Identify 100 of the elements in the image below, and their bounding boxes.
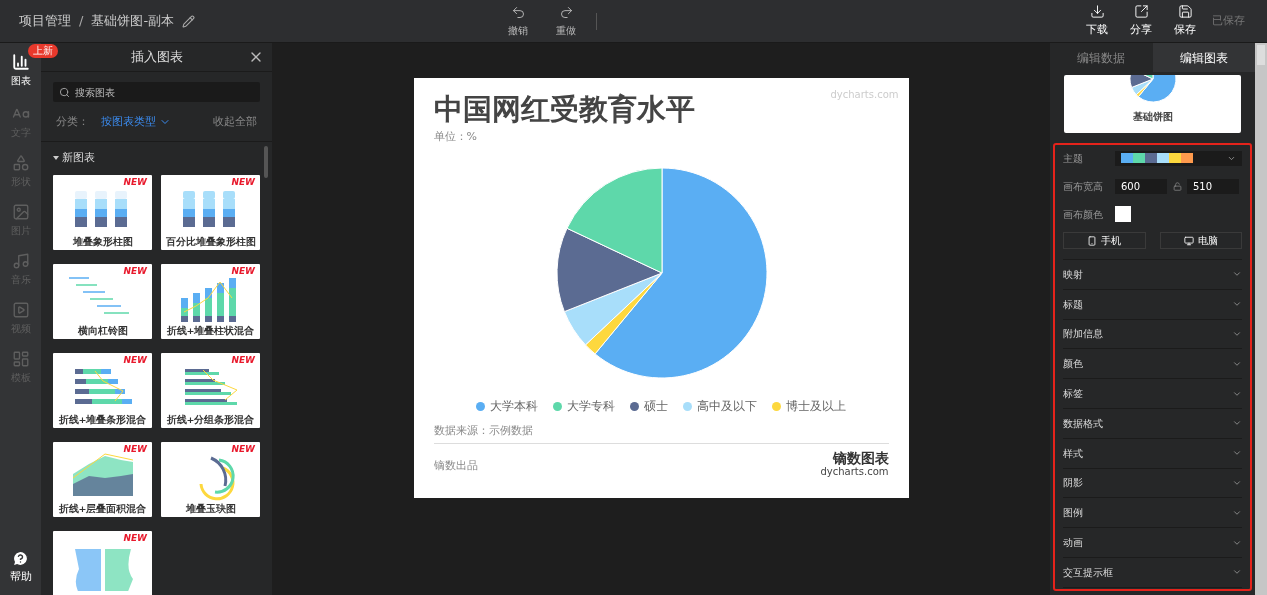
height-field[interactable]: 510 — [1187, 178, 1239, 194]
chart-thumbnail — [74, 190, 127, 227]
bar-chart-icon — [11, 53, 30, 71]
template-label: 堆叠象形柱图 — [72, 235, 133, 248]
panel-tab[interactable]: 编辑图表 — [1152, 43, 1255, 72]
accordion-header[interactable]: 附加信息 — [1063, 319, 1242, 350]
new-tag: NEW — [123, 442, 147, 456]
new-tag: NEW — [123, 531, 147, 545]
preview-label: 基础饼图 — [1132, 110, 1173, 124]
device-button[interactable]: 手机 — [1063, 232, 1146, 249]
save-icon — [1177, 3, 1193, 19]
chevron-down-icon — [1232, 329, 1242, 339]
panel-title: 插入图表 — [130, 48, 183, 67]
logo-name: 镝数图表 — [832, 452, 889, 466]
accordion-header[interactable]: 阴影 — [1063, 468, 1242, 499]
panel-tab[interactable]: 编辑数据 — [1050, 43, 1153, 72]
template-label: 堆叠玉玦图 — [185, 502, 236, 515]
save-button[interactable]: 保存 — [1174, 3, 1196, 39]
help-button[interactable]: 帮助 — [9, 549, 32, 585]
accordion-header[interactable]: 颜色 — [1063, 349, 1242, 380]
image-icon — [11, 203, 30, 221]
project-name: 基础饼图-副本 — [91, 12, 175, 31]
redo-icon — [558, 4, 574, 20]
accordion-header[interactable]: 样式 — [1063, 438, 1242, 469]
accordion-header[interactable]: 映射 — [1063, 260, 1242, 290]
breadcrumb-link[interactable]: 项目管理 — [19, 11, 71, 31]
canvas-color-label: 画布颜色 — [1063, 207, 1104, 222]
pencil-icon[interactable] — [182, 14, 196, 28]
width-field[interactable]: 600 — [1115, 178, 1167, 194]
chart-thumbnail — [199, 456, 235, 500]
rail-tab[interactable]: 图表 — [10, 53, 31, 88]
accordion-header[interactable]: 图例 — [1063, 498, 1242, 529]
legend-label: 高中及以下 — [697, 397, 757, 415]
chart-thumbnail — [72, 453, 133, 496]
chart-template-card[interactable]: NEW 折线+堆叠条形混合 — [53, 352, 152, 428]
help-icon — [12, 549, 29, 567]
legend-label: 博士及以上 — [786, 397, 846, 415]
download-icon — [1089, 3, 1105, 19]
chart-template-card[interactable]: NEW 折线+堆叠柱状混合 — [161, 263, 260, 339]
chart-thumbnail — [74, 548, 133, 591]
accordion-header[interactable]: 交互提示框 — [1063, 557, 1242, 588]
preview-card[interactable]: 基础饼图 — [1064, 75, 1241, 133]
search-icon — [59, 86, 70, 98]
template-label: 折线+层叠面积混合 — [58, 502, 147, 515]
share-icon — [1133, 3, 1149, 19]
template-label: 百分比堆叠象形柱图 — [165, 235, 256, 248]
accordion-header[interactable]: 标签 — [1063, 379, 1242, 409]
collapse-all-link[interactable]: 收起全部 — [213, 113, 257, 131]
video-icon — [11, 301, 30, 319]
breadcrumb-separator: / — [79, 12, 84, 31]
credit-text: 镝数出品 — [433, 458, 478, 475]
theme-label: 主题 — [1063, 151, 1084, 166]
template-label: 横向杠铃图 — [77, 324, 128, 337]
color-swatch[interactable] — [1115, 206, 1131, 222]
chart-thumbnail — [74, 368, 132, 404]
chart-template-card[interactable]: NEW 堆叠玉玦图 — [161, 441, 260, 517]
chart-template-card[interactable]: NEW 堆叠象形柱图 — [53, 174, 152, 250]
layout-icon — [11, 350, 30, 368]
new-tag: NEW — [231, 264, 255, 278]
template-label: 折线+分组条形混合 — [166, 413, 255, 426]
shapes-icon — [11, 154, 30, 172]
new-tag: NEW — [231, 175, 255, 189]
chart-template-card[interactable]: NEW 折线+层叠面积混合 — [53, 441, 152, 517]
template-label: 折线+堆叠柱状混合 — [166, 324, 255, 337]
accordion-header[interactable]: 标题 — [1063, 289, 1242, 320]
chart-thumbnail — [180, 277, 236, 322]
download-button[interactable]: 下载 — [1086, 3, 1108, 39]
logo-url: dycharts.com — [820, 466, 889, 479]
device-button[interactable]: 电脑 — [1159, 232, 1242, 249]
accordion-header[interactable]: 数据格式 — [1063, 409, 1242, 439]
chart-title: 中国网红受教育水平 — [433, 91, 695, 127]
category-dropdown[interactable]: 按图表类型 — [101, 113, 171, 131]
undo-button[interactable]: 撤销 — [508, 4, 528, 38]
chart-thumbnail — [67, 276, 130, 314]
chart-template-card[interactable]: NEW 横向杠铃图 — [53, 263, 152, 339]
phone-icon — [1087, 235, 1098, 246]
new-badge: 上新 — [28, 44, 58, 58]
chart-thumbnail — [184, 368, 237, 405]
chart-template-card[interactable]: NEW 折线+分组条形混合 — [161, 352, 260, 428]
template-label: 折线+堆叠条形混合 — [58, 413, 147, 426]
chart-template-card[interactable]: NEW 百分比堆叠象形柱图 — [161, 174, 260, 250]
unit-label: 单位：% — [433, 129, 478, 145]
accordion-header[interactable]: 动画 — [1063, 528, 1242, 558]
theme-dropdown[interactable] — [1115, 150, 1242, 166]
legend-label: 大学本科 — [490, 397, 538, 415]
save-status: 已保存 — [1212, 12, 1245, 29]
monitor-icon — [1183, 235, 1194, 246]
share-button[interactable]: 分享 — [1130, 3, 1152, 39]
redo-button[interactable]: 重做 — [556, 4, 576, 38]
scrollbar-thumb[interactable] — [264, 146, 268, 178]
search-field[interactable]: 搜索图表 — [53, 82, 260, 102]
category-label: 分类： — [56, 113, 89, 130]
legend-label: 硕士 — [644, 397, 668, 415]
chart-template-card[interactable]: NEW — [53, 530, 152, 595]
undo-icon — [510, 4, 526, 20]
data-source: 数据来源：示例数据 — [433, 422, 889, 445]
chart-thumbnail — [182, 190, 235, 227]
section-toggle[interactable]: 新图表 — [53, 150, 95, 167]
canvas-size-label: 画布宽高 — [1063, 179, 1104, 194]
new-tag: NEW — [123, 175, 147, 189]
